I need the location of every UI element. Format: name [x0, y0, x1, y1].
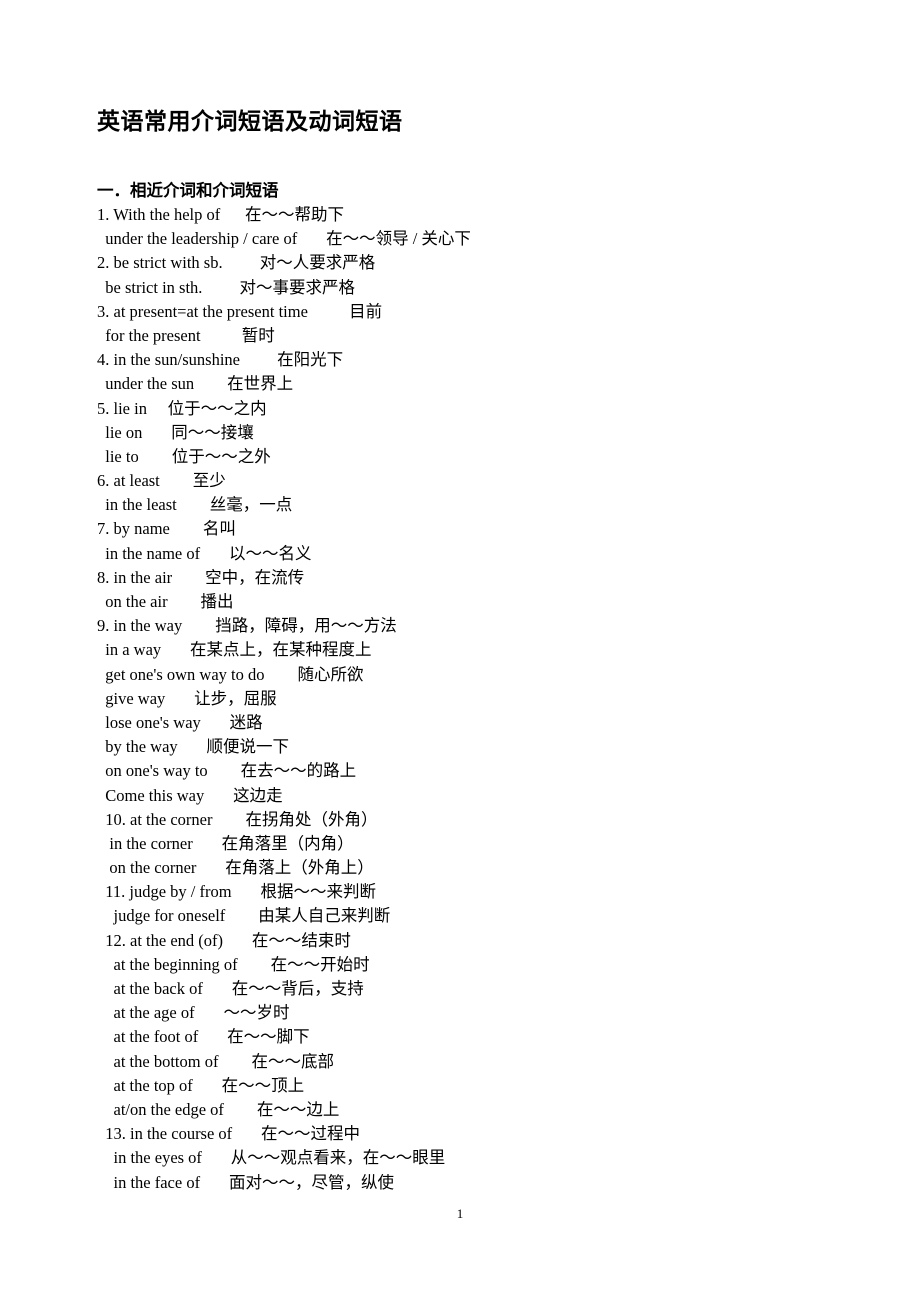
- phrase-line: 7. by name 名叫: [97, 519, 236, 539]
- phrase-line: lie on 同～～接壤: [97, 422, 254, 442]
- phrase-line: in the least 丝毫，一点: [97, 495, 293, 515]
- phrase-line: 3. at present=at the present time 目前: [97, 301, 383, 321]
- phrase-line: at the beginning of 在～～开始时: [97, 954, 370, 974]
- phrase-line: in the name of 以～～名义: [97, 543, 312, 563]
- phrase-line: 5. lie in 位于～～之内: [97, 398, 267, 418]
- phrase-line: at the bottom of 在～～底部: [97, 1051, 334, 1071]
- phrase-line: 10. at the corner 在拐角处（外角）: [97, 809, 378, 829]
- phrase-line: 9. in the way 挡路，障碍，用～～方法: [97, 616, 397, 636]
- phrase-line: at the back of 在～～背后，支持: [97, 979, 364, 998]
- phrase-line: 4. in the sun/sunshine 在阳光下: [97, 350, 344, 370]
- document-title: 英语常用介词短语及动词短语: [97, 109, 403, 134]
- phrase-line: 13. in the course of 在～～过程中: [97, 1124, 361, 1144]
- phrase-line: under the sun 在世界上: [97, 374, 294, 394]
- document-page: 英语常用介词短语及动词短语 一．相近介词和介词短语 1. With the he…: [0, 0, 920, 1302]
- phrase-list: 1. With the help of 在～～帮助下 under the lea…: [97, 203, 897, 1195]
- phrase-line: lie to 位于～～之外: [97, 446, 271, 466]
- phrase-line: in a way 在某点上，在某种程度上: [97, 640, 372, 660]
- phrase-line: in the corner 在角落里（内角）: [97, 833, 354, 853]
- phrase-line: 2. be strict with sb. 对～人要求严格: [97, 253, 376, 273]
- phrase-line: in the face of 面对～～，尽管，纵使: [97, 1172, 394, 1192]
- page-number: 1: [456, 1206, 464, 1221]
- phrase-line: 1. With the help of 在～～帮助下: [97, 205, 344, 224]
- phrase-line: 6. at least 至少: [97, 471, 226, 491]
- phrase-line: on the corner 在角落上（外角上）: [97, 858, 374, 878]
- phrase-line: lose one's way 迷路: [97, 712, 263, 732]
- phrase-line: give way 让步，屈服: [97, 688, 277, 708]
- phrase-line: 11. judge by / from 根据～～来判断: [97, 882, 376, 902]
- phrase-line: 12. at the end (of) 在～～结束时: [97, 930, 351, 950]
- phrase-line: in the eyes of 从～～观点看来，在～～眼里: [97, 1148, 446, 1168]
- phrase-line: on one's way to 在去～～的路上: [97, 761, 357, 781]
- phrase-line: on the air 播出: [97, 592, 234, 611]
- phrase-line: at/on the edge of 在～～边上: [97, 1099, 340, 1119]
- phrase-line: at the age of ～～岁时: [97, 1003, 290, 1023]
- phrase-line: for the present 暂时: [97, 325, 275, 345]
- section-heading: 一．相近介词和介词短语: [97, 181, 279, 200]
- phrase-line: under the leadership / care of 在～～领导 / 关…: [97, 229, 471, 249]
- phrase-line: at the foot of 在～～脚下: [97, 1027, 310, 1047]
- phrase-line: 8. in the air 空中，在流传: [97, 567, 305, 587]
- phrase-line: judge for oneself 由某人自己来判断: [97, 906, 391, 926]
- phrase-line: be strict in sth. 对～事要求严格: [97, 277, 356, 297]
- phrase-line: by the way 顺便说一下: [97, 737, 290, 757]
- phrase-line: Come this way 这边走: [97, 785, 283, 805]
- phrase-line: at the top of 在～～顶上: [97, 1075, 305, 1095]
- phrase-line: get one's own way to do 随心所欲: [97, 664, 364, 684]
